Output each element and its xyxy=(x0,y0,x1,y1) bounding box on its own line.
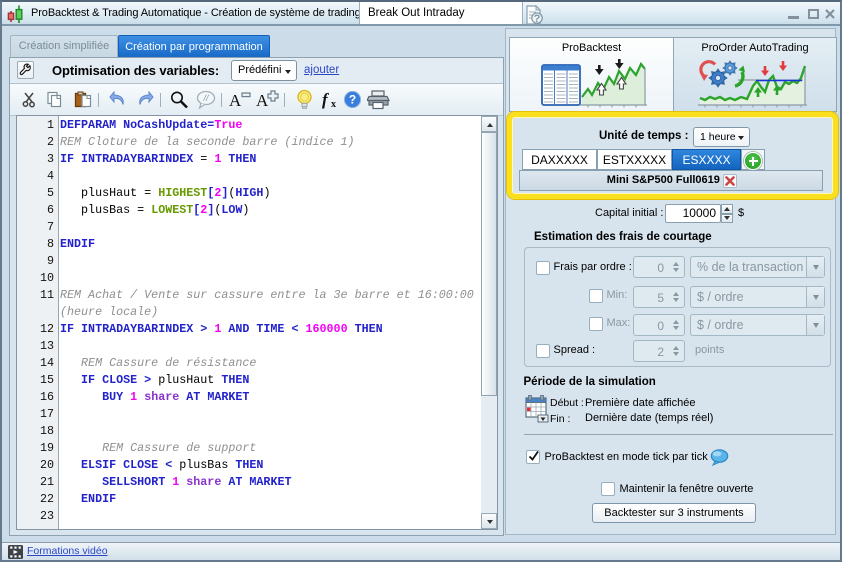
svg-text:A: A xyxy=(256,91,269,109)
svg-text:?: ? xyxy=(534,13,541,25)
svg-text:f: f xyxy=(322,90,330,109)
svg-text:x: x xyxy=(331,99,336,109)
svg-text:?: ? xyxy=(349,93,356,107)
svg-text:A: A xyxy=(229,91,242,109)
